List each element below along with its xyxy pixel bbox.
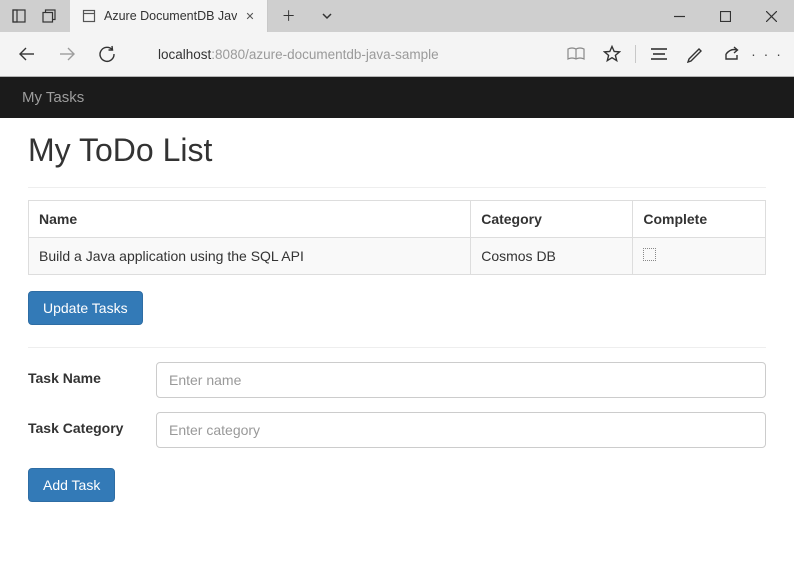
complete-checkbox[interactable] — [643, 248, 656, 261]
url-path: :8080/azure-documentdb-java-sample — [211, 47, 438, 62]
col-name: Name — [29, 201, 471, 238]
share-icon[interactable] — [714, 37, 748, 71]
tab-preview-icon[interactable] — [36, 0, 62, 32]
tab-title: Azure DocumentDB Jav — [104, 9, 237, 23]
titlebar: Azure DocumentDB Jav ✕ ＋ — [0, 0, 794, 32]
tab-aside-icon[interactable] — [6, 0, 32, 32]
refresh-button[interactable] — [90, 37, 124, 71]
table-header-row: Name Category Complete — [29, 201, 766, 238]
favorite-icon[interactable] — [595, 37, 629, 71]
task-name-input[interactable] — [156, 362, 766, 398]
more-icon[interactable]: · · · — [750, 37, 784, 71]
browser-tab[interactable]: Azure DocumentDB Jav ✕ — [70, 0, 268, 32]
col-complete: Complete — [633, 201, 766, 238]
brand[interactable]: My Tasks — [22, 89, 84, 106]
reading-list-icon[interactable] — [642, 37, 676, 71]
tab-close-icon[interactable]: ✕ — [245, 10, 254, 23]
page-content: My Tasks My ToDo List Name Category Comp… — [0, 77, 794, 516]
back-button[interactable] — [10, 37, 44, 71]
divider — [28, 347, 766, 348]
add-task-button[interactable]: Add Task — [28, 468, 115, 502]
col-category: Category — [471, 201, 633, 238]
task-category-input[interactable] — [156, 412, 766, 448]
tasks-table: Name Category Complete Build a Java appl… — [28, 200, 766, 275]
address-bar: localhost:8080/azure-documentdb-java-sam… — [0, 32, 794, 76]
notes-icon[interactable] — [678, 37, 712, 71]
tab-chevron-icon[interactable] — [310, 9, 344, 23]
app-navbar: My Tasks — [0, 77, 794, 118]
reading-view-icon[interactable] — [559, 37, 593, 71]
page-favicon-icon — [82, 9, 96, 23]
cell-category: Cosmos DB — [471, 238, 633, 275]
minimize-button[interactable] — [656, 0, 702, 32]
cell-name: Build a Java application using the SQL A… — [29, 238, 471, 275]
cell-complete — [633, 238, 766, 275]
divider — [28, 187, 766, 188]
new-tab-button[interactable]: ＋ — [272, 6, 306, 26]
task-name-label: Task Name — [28, 362, 138, 386]
table-row: Build a Java application using the SQL A… — [29, 238, 766, 275]
task-category-label: Task Category — [28, 412, 138, 436]
url-field[interactable]: localhost:8080/azure-documentdb-java-sam… — [148, 39, 553, 69]
url-host: localhost — [158, 47, 211, 62]
update-tasks-button[interactable]: Update Tasks — [28, 291, 143, 325]
browser-chrome: Azure DocumentDB Jav ✕ ＋ localhost:8080/… — [0, 0, 794, 77]
maximize-button[interactable] — [702, 0, 748, 32]
close-window-button[interactable] — [748, 0, 794, 32]
forward-button[interactable] — [50, 37, 84, 71]
page-title: My ToDo List — [28, 132, 766, 169]
